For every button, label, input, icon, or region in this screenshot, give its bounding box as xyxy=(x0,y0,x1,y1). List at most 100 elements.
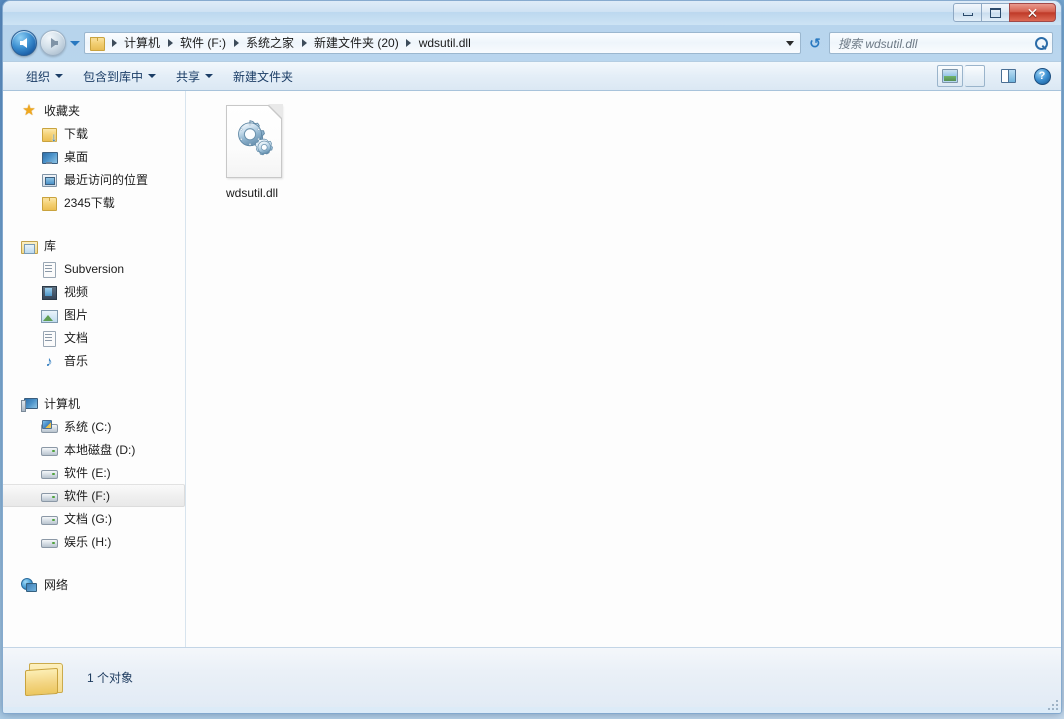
close-button[interactable]: ✕ xyxy=(1009,3,1056,22)
toolbar-item-share[interactable]: 共享 xyxy=(167,64,224,89)
music-icon: ♪ xyxy=(45,352,53,369)
sidebar-item-drive-h[interactable]: 娱乐 (H:) xyxy=(3,530,185,553)
breadcrumb-item-3[interactable]: 新建文件夹 (20) xyxy=(311,33,402,53)
sidebar-item-drive-g[interactable]: 文档 (G:) xyxy=(3,507,185,530)
chevron-down-icon xyxy=(205,74,214,78)
address-dropdown-button[interactable] xyxy=(782,40,798,46)
sidebar-item-music[interactable]: ♪ 音乐 xyxy=(3,349,185,372)
maximize-button[interactable] xyxy=(981,3,1010,22)
arrow-left-icon xyxy=(19,38,27,48)
sidebar-item-libraries[interactable]: 库 xyxy=(3,234,185,257)
breadcrumb-item-4[interactable]: wdsutil.dll xyxy=(416,33,474,53)
star-icon: ★ xyxy=(22,101,36,119)
breadcrumb-separator[interactable] xyxy=(402,39,416,47)
sidebar-item-label: 下载 xyxy=(64,127,89,141)
change-view-button[interactable] xyxy=(937,65,963,87)
toolbar-item-include-in-library[interactable]: 包含到库中 xyxy=(74,64,167,89)
resize-grip[interactable] xyxy=(1046,698,1058,710)
toolbar-label: 包含到库中 xyxy=(83,69,144,84)
toolbar-item-organize[interactable]: 组织 xyxy=(17,64,74,89)
sidebar-item-label: 音乐 xyxy=(64,354,89,368)
drive-icon xyxy=(41,442,58,458)
preview-pane-button[interactable] xyxy=(995,65,1021,87)
sidebar-item-drive-c[interactable]: 系统 (C:) xyxy=(3,415,185,438)
drive-icon xyxy=(41,534,58,550)
sidebar-item-label: 最近访问的位置 xyxy=(64,173,149,187)
breadcrumb-separator[interactable] xyxy=(229,39,243,47)
toolbar-label: 共享 xyxy=(176,69,201,84)
nav-group-favorites: ★ 收藏夹 下载 桌面 最近访问的位置 2345下载 xyxy=(3,99,185,214)
sidebar-item-drive-f[interactable]: 软件 (F:) xyxy=(3,484,185,507)
sidebar-item-network[interactable]: 网络 xyxy=(3,573,185,596)
pictures-icon xyxy=(41,307,58,323)
chevron-down-icon xyxy=(70,40,80,46)
toolbar-right-group: ? xyxy=(937,65,1055,87)
breadcrumb-item-1[interactable]: 软件 (F:) xyxy=(177,33,229,53)
command-toolbar: 组织 包含到库中 共享 新建文件夹 ? xyxy=(3,61,1061,91)
nav-group-network: 网络 xyxy=(3,573,185,596)
search-box[interactable]: 搜索 wdsutil.dll xyxy=(829,32,1053,54)
sidebar-item-documents[interactable]: 文档 xyxy=(3,326,185,349)
arrow-right-icon xyxy=(50,38,58,48)
sidebar-item-label: Subversion xyxy=(64,261,125,276)
history-dropdown-button[interactable] xyxy=(68,30,82,56)
sidebar-item-label: 计算机 xyxy=(44,397,81,411)
sidebar-item-label: 网络 xyxy=(44,578,69,592)
back-button[interactable] xyxy=(11,30,37,56)
list-item[interactable]: wdsutil.dll xyxy=(200,101,304,205)
help-button[interactable]: ? xyxy=(1029,65,1055,87)
sidebar-item-pictures[interactable]: 图片 xyxy=(3,303,185,326)
sidebar-item-label: 系统 (C:) xyxy=(64,420,112,434)
breadcrumb-separator[interactable] xyxy=(297,39,311,47)
breadcrumb-separator[interactable] xyxy=(163,39,177,47)
address-bar[interactable]: 计算机 软件 (F:) 系统之家 新建文件夹 (20) wdsutil.dll xyxy=(84,32,801,54)
breadcrumb-item-2[interactable]: 系统之家 xyxy=(243,33,297,53)
sidebar-item-recent-places[interactable]: 最近访问的位置 xyxy=(3,168,185,191)
sidebar-item-label: 视频 xyxy=(64,285,89,299)
sidebar-item-label: 软件 (E:) xyxy=(64,466,111,480)
sidebar-item-drive-d[interactable]: 本地磁盘 (D:) xyxy=(3,438,185,461)
document-icon xyxy=(41,261,57,278)
title-bar[interactable]: ✕ xyxy=(3,1,1061,25)
page-fold-corner xyxy=(268,104,283,119)
change-view-dropdown[interactable] xyxy=(965,65,985,87)
sidebar-item-label: 软件 (F:) xyxy=(64,489,110,503)
sidebar-item-videos[interactable]: 视频 xyxy=(3,280,185,303)
refresh-button[interactable]: ↺ xyxy=(804,32,826,54)
drive-icon xyxy=(41,488,58,504)
navigation-pane[interactable]: ★ 收藏夹 下载 桌面 最近访问的位置 2345下载 xyxy=(3,91,186,647)
desktop-icon xyxy=(41,149,58,165)
minimize-button[interactable] xyxy=(953,3,982,22)
forward-button[interactable] xyxy=(40,30,66,56)
sidebar-item-label: 桌面 xyxy=(64,150,89,164)
chevron-down-icon xyxy=(148,74,157,78)
sidebar-item-favorites[interactable]: ★ 收藏夹 xyxy=(3,99,185,122)
document-icon xyxy=(41,330,57,347)
views-icon xyxy=(942,69,958,83)
sidebar-item-label: 文档 (G:) xyxy=(64,512,112,526)
breadcrumb-separator[interactable] xyxy=(107,39,121,47)
breadcrumb-item-0[interactable]: 计算机 xyxy=(121,33,163,53)
minimize-icon xyxy=(962,13,973,16)
drive-icon xyxy=(41,465,58,481)
sidebar-item-computer[interactable]: 计算机 xyxy=(3,392,185,415)
nav-group-computer: 计算机 系统 (C:) 本地磁盘 (D:) 软件 (E:) 软件 (F:) 文档… xyxy=(3,392,185,553)
search-icon xyxy=(1035,36,1048,50)
file-list-pane[interactable]: wdsutil.dll xyxy=(186,91,1061,647)
search-input[interactable]: 搜索 wdsutil.dll xyxy=(838,35,1035,52)
sidebar-item-downloads[interactable]: 下载 xyxy=(3,122,185,145)
drive-icon xyxy=(41,511,58,527)
recent-places-icon xyxy=(41,172,57,188)
system-drive-icon xyxy=(41,419,58,435)
sidebar-item-drive-e[interactable]: 软件 (E:) xyxy=(3,461,185,484)
refresh-icon: ↺ xyxy=(809,35,821,51)
toolbar-item-new-folder[interactable]: 新建文件夹 xyxy=(224,64,304,89)
sidebar-item-desktop[interactable]: 桌面 xyxy=(3,145,185,168)
file-name-label: wdsutil.dll xyxy=(225,186,279,200)
preview-pane-icon xyxy=(1000,69,1016,83)
help-icon: ? xyxy=(1033,67,1051,85)
sidebar-item-subversion[interactable]: Subversion xyxy=(3,257,185,280)
sidebar-item-label: 本地磁盘 (D:) xyxy=(64,443,136,457)
sidebar-item-2345-downloads[interactable]: 2345下载 xyxy=(3,191,185,214)
